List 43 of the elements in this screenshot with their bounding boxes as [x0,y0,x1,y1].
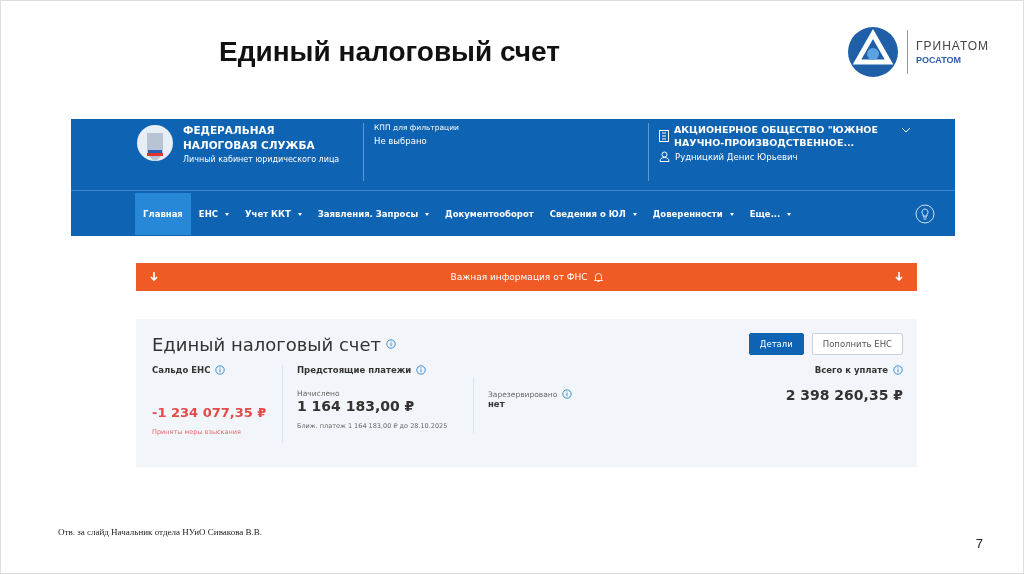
details-button[interactable]: Детали [748,333,804,355]
logo-name: ГРИНАТОМ [916,39,989,53]
total-amount: 2 398 260,35 ₽ [785,387,903,403]
kpp-value[interactable]: Не выбрано [374,136,648,146]
info-icon[interactable] [386,339,397,349]
building-icon [659,130,669,142]
company-name: АКЦИОНЕРНОЕ ОБЩЕСТВО "ЮЖНОЕ НАУЧНО-ПРОИЗВОДСТВЕННОЕ... [674,123,878,149]
notice-banner[interactable]: Важная информация от ФНС [136,263,917,291]
info-icon[interactable] [215,365,226,375]
org-name: ФЕДЕРАЛЬНАЯ НАЛОГОВАЯ СЛУЖБА [183,123,316,153]
balance-amount: -1 234 077,35 ₽ [152,405,268,420]
user-name: Рудницкий Денис Юрьевич [675,151,798,162]
notice-text: Важная информация от ФНС [450,272,588,282]
nav-tab[interactable]: Главная [135,193,191,235]
logo-subname: РОСАТОМ [916,55,962,65]
top-up-button[interactable]: Пополнить ЕНС [811,333,903,355]
nav-tab[interactable]: Заявления. Запросы [309,193,438,235]
upcoming-label: Предстоящие платежи [297,365,412,375]
balance-label: Сальдо ЕНС [152,365,211,375]
total-label: Всего к уплате [814,365,888,375]
nav-tab[interactable]: Документооборот [437,193,542,235]
info-icon[interactable] [562,389,573,399]
nav-tab[interactable]: Доверенности [644,193,742,235]
reserved-value: нет [488,399,506,409]
lightbulb-icon[interactable] [915,204,935,224]
chevron-down-icon[interactable] [900,127,911,133]
nav-tab[interactable]: Сведения о ЮЛ [541,193,645,235]
slide-title: Единый налоговый счет [219,36,561,68]
page-number: 7 [975,536,983,551]
nav-tab[interactable]: ЕНС [190,193,237,235]
logo-icon [847,26,899,78]
arrow-down-icon[interactable] [895,272,903,282]
info-icon[interactable] [893,365,903,375]
footer-note: Отв. за слайд Начальник отдела НУиО Сивакова В.В. [58,527,263,537]
nav-tab[interactable]: Еще... [741,193,800,235]
nav-tab[interactable]: Учет ККТ [237,193,310,235]
arrow-down-icon[interactable] [150,272,158,282]
info-icon[interactable] [416,365,427,375]
bell-icon [593,272,603,282]
account-title: Единый налоговый счет [152,333,382,355]
cabinet-subtitle: Личный кабинет юридического лица [183,155,340,164]
accrued-amount: 1 164 183,00 ₽ [297,398,416,414]
user-icon [659,151,670,162]
